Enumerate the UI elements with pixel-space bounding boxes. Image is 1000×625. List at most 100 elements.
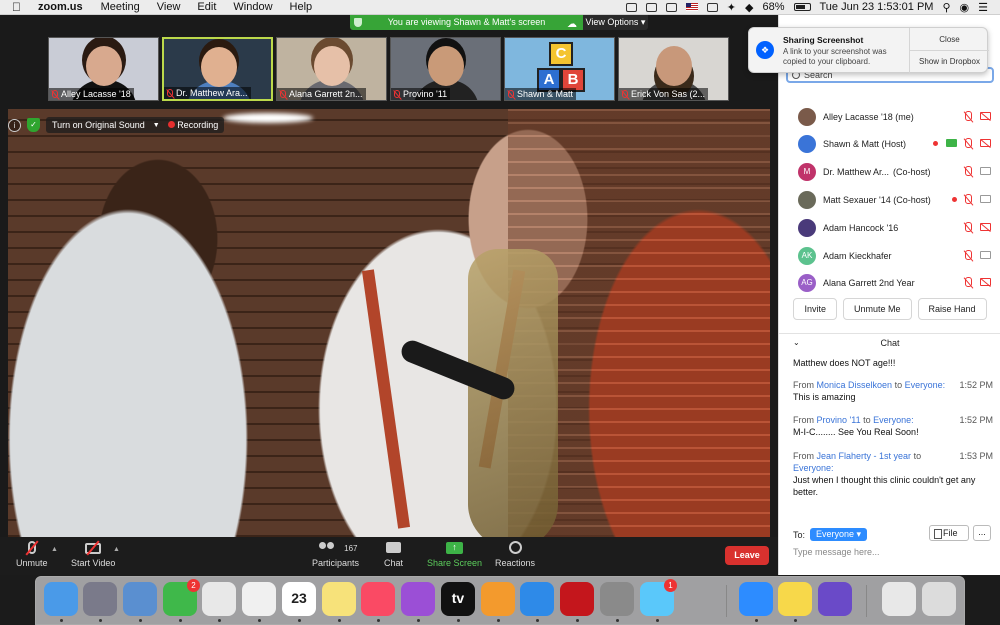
recipient-dropdown[interactable]: Everyone ▾ [810,528,868,541]
stickies-icon[interactable] [778,582,812,616]
running-indicator [298,619,301,622]
menu-app-name[interactable]: zoom.us [38,1,83,13]
zoom-icon[interactable] [739,582,773,616]
launchpad-icon[interactable] [83,582,117,616]
clock[interactable]: Tue Jun 23 1:53:01 PM [820,1,934,13]
camera-icon[interactable] [980,251,991,259]
airplay-icon[interactable] [665,2,677,12]
camera-off-icon[interactable] [980,112,991,120]
invite-button[interactable]: Invite [793,298,837,320]
acrobat-icon[interactable] [560,582,594,616]
encryption-shield-icon[interactable]: ✓ [27,118,40,132]
participant-row[interactable]: Matt Sexauer '14 (Co-host) [779,187,1000,213]
podcasts-icon[interactable] [401,582,435,616]
mic-muted-icon [52,90,58,98]
unmute-me-button[interactable]: Unmute Me [842,298,912,320]
camera-icon[interactable] [980,167,991,175]
camera-icon[interactable] [980,195,991,203]
screen-mirror-icon[interactable] [625,2,637,12]
menu-meeting[interactable]: Meeting [101,1,140,13]
pages-icon[interactable] [481,582,515,616]
mic-muted-icon[interactable] [965,138,972,148]
camera-off-icon[interactable] [980,223,991,231]
shared-screen-video[interactable] [8,109,770,551]
xlsx-file-icon[interactable] [882,582,916,616]
menu-edit[interactable]: Edit [197,1,216,13]
participant-row[interactable]: Alley Lacasse '18 (me) [779,104,1000,130]
participant-row[interactable]: Adam Hancock '16 [779,215,1000,241]
battery-icon[interactable] [793,3,811,11]
participant-status-icons [965,222,991,232]
camera-off-icon[interactable] [980,278,991,286]
facetime-icon[interactable]: 2 [163,579,200,616]
file-button[interactable]: File [929,525,969,541]
mic-muted-icon[interactable] [965,222,972,232]
unmute-button[interactable]: Unmute [16,540,48,568]
menu-view[interactable]: View [157,1,181,13]
display-icon[interactable] [645,2,657,12]
camera-off-icon[interactable] [980,139,991,147]
mic-muted-icon[interactable] [965,111,972,121]
bluetooth-icon[interactable]: ✦ [727,1,736,14]
chrome-icon[interactable] [202,582,236,616]
messages-icon[interactable]: 1 [640,579,677,616]
video-options-chevron-icon[interactable]: ▲ [113,546,120,553]
leave-button[interactable]: Leave [725,546,769,565]
running-indicator [755,619,758,622]
participant-row[interactable]: AK Adam Kieckhafer [779,243,1000,269]
original-sound-button[interactable]: Turn on Original Sound [52,120,145,130]
share-screen-button[interactable]: ↑ Share Screen [427,541,482,568]
thumbnail-erick[interactable]: Erick Von Sas (2... [618,37,729,101]
notification-close-button[interactable]: Close [910,28,989,51]
chat-message-input[interactable]: Type message here... [793,547,880,557]
chat-sender[interactable]: Monica Disselkoen [817,380,893,390]
mic-muted-icon[interactable] [965,166,972,176]
input-source-flag-icon[interactable] [685,3,698,11]
thumbnail-shawn-matt[interactable]: C A B Shawn & Matt [504,37,615,101]
start-video-button[interactable]: Start Video [71,540,115,568]
audio-options-chevron-icon[interactable]: ▲ [51,546,58,553]
spotlight-search-icon[interactable]: ⚲ [942,1,950,14]
trash-icon[interactable] [922,582,956,616]
raise-hand-button[interactable]: Raise Hand [917,298,987,320]
more-options-button[interactable]: ... [973,525,991,541]
mic-muted-icon[interactable] [965,250,972,260]
participant-row[interactable]: AG Alana Garrett 2nd Year [779,270,1000,296]
reactions-button[interactable]: Reactions [495,541,535,568]
meeting-info-icon[interactable]: i [8,118,21,132]
thumbnail-matthew[interactable]: Dr. Matthew Ara... [162,37,273,101]
participant-row[interactable]: Shawn & Matt (Host) [779,131,1000,157]
thumbnail-alley[interactable]: Alley Lacasse '18 [48,37,159,101]
mic-muted-icon[interactable] [965,194,972,204]
app-store-icon[interactable] [520,582,554,616]
menu-help[interactable]: Help [290,1,313,13]
system-preferences-icon[interactable] [600,582,634,616]
participants-button[interactable]: 167 Participants [312,541,359,568]
preview-icon[interactable] [123,582,157,616]
chat-sender[interactable]: Jean Flaherty - 1st year [817,451,912,461]
thumbnail-alana[interactable]: Alana Garrett 2n... [276,37,387,101]
chevron-down-icon[interactable]: ▼ [153,122,160,129]
calendar-icon[interactable]: 23 [282,582,316,616]
notification-center-icon[interactable]: ☰ [978,1,988,14]
show-in-dropbox-button[interactable]: Show in Dropbox [910,51,989,73]
notes-icon[interactable] [322,582,356,616]
apple-icon[interactable]:  [12,0,26,14]
chat-sender[interactable]: Provino '11 [817,415,861,425]
finder-icon[interactable] [44,582,78,616]
music-icon[interactable] [361,582,395,616]
mic-muted-icon[interactable] [965,277,972,287]
thumbnail-provino[interactable]: Provino '11 [390,37,501,101]
siri-icon[interactable]: ◉ [960,1,970,14]
view-options-button[interactable]: View Options ▾ [583,15,648,30]
collapse-chevron-icon[interactable]: ⌄ [793,334,800,352]
wifi-icon[interactable]: ◆ [745,1,753,14]
chat-button[interactable]: Chat [384,541,403,568]
photos-icon[interactable] [242,582,276,616]
menu-window[interactable]: Window [233,1,272,13]
imovie-icon[interactable] [818,582,852,616]
tv-icon[interactable]: tv [441,582,475,616]
participant-row[interactable]: M Dr. Matthew Ar... (Co-host) [779,159,1000,185]
mail-icon[interactable] [706,2,718,12]
meeting-toolbar: Unmute ▲ Start Video ▲ 167 Participants … [0,537,778,575]
